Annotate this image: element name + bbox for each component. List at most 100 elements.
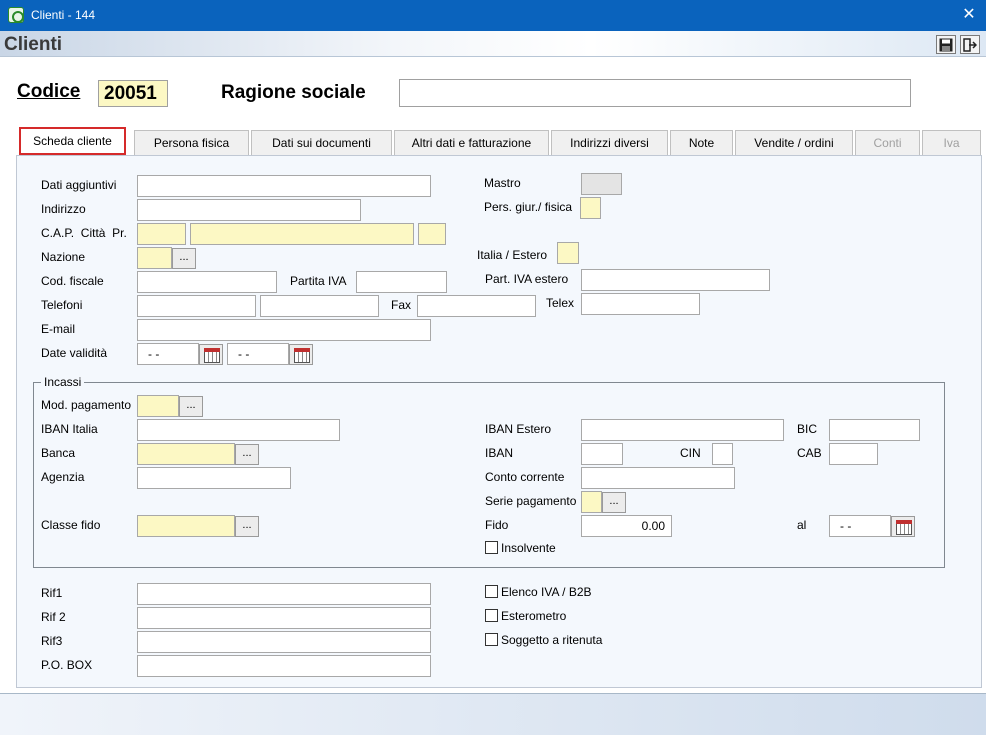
rif3-label: Rif3: [41, 634, 63, 648]
calendar-icon[interactable]: [199, 344, 223, 365]
cod-fiscale-label: Cod. fiscale: [41, 274, 104, 288]
fax-input[interactable]: [417, 295, 536, 317]
rif2-label: Rif 2: [41, 610, 66, 624]
rif1-input[interactable]: [137, 583, 431, 605]
codice-input[interactable]: 20051: [98, 80, 168, 107]
email-label: E-mail: [41, 322, 76, 336]
dati-aggiuntivi-label: Dati aggiuntivi: [41, 178, 117, 192]
ragione-sociale-input[interactable]: [399, 79, 911, 107]
part-iva-estero-input[interactable]: [581, 269, 770, 291]
insolvente-label: Insolvente: [501, 541, 556, 555]
italia-estero-input[interactable]: [557, 242, 579, 264]
calendar-icon[interactable]: [289, 344, 313, 365]
iban-italia-input[interactable]: [137, 419, 340, 441]
fido-al-date-input[interactable]: - -: [829, 515, 891, 537]
app-logo-icon: [8, 7, 24, 23]
dati-aggiuntivi-input[interactable]: [137, 175, 431, 197]
save-button[interactable]: [936, 35, 956, 54]
agenzia-input[interactable]: [137, 467, 291, 489]
exit-icon: [963, 38, 977, 52]
classe-fido-input[interactable]: [137, 515, 235, 537]
cap-input[interactable]: [137, 223, 186, 245]
po-box-input[interactable]: [137, 655, 431, 677]
banca-lookup-button[interactable]: ...: [235, 444, 259, 465]
telefono2-input[interactable]: [260, 295, 379, 317]
rif3-input[interactable]: [137, 631, 431, 653]
partita-iva-input[interactable]: [356, 271, 447, 293]
form-header: Clienti: [0, 31, 986, 57]
cap-citta-pr-label: C.A.P. Città Pr.: [41, 226, 127, 240]
date-validita-from-input[interactable]: - -: [137, 343, 199, 365]
rif2-input[interactable]: [137, 607, 431, 629]
tab-dati-documenti[interactable]: Dati sui documenti: [251, 130, 392, 155]
tab-conti: Conti: [855, 130, 920, 155]
soggetto-ritenuta-checkbox[interactable]: [485, 633, 498, 646]
bic-input[interactable]: [829, 419, 920, 441]
tab-altri-dati-fatturazione[interactable]: Altri dati e fatturazione: [394, 130, 549, 155]
serie-pagamento-lookup-button[interactable]: ...: [602, 492, 626, 513]
fido-input[interactable]: 0.00: [581, 515, 672, 537]
classe-fido-label: Classe fido: [41, 518, 101, 532]
nazione-label: Nazione: [41, 250, 86, 264]
tab-note[interactable]: Note: [670, 130, 733, 155]
esterometro-checkbox[interactable]: [485, 609, 498, 622]
tab-indirizzi-diversi[interactable]: Indirizzi diversi: [551, 130, 668, 155]
date-validita-label: Date validità: [41, 346, 108, 360]
mod-pagamento-lookup-button[interactable]: ...: [179, 396, 203, 417]
fido-label: Fido: [485, 518, 509, 532]
nazione-input[interactable]: [137, 247, 172, 269]
mod-pagamento-input[interactable]: [137, 395, 179, 417]
po-box-label: P.O. BOX: [41, 658, 93, 672]
cab-input[interactable]: [829, 443, 878, 465]
pers-giur-fisica-label: Pers. giur./ fisica: [484, 200, 573, 214]
iban-input[interactable]: [581, 443, 623, 465]
telex-input[interactable]: [581, 293, 700, 315]
iban-estero-label: IBAN Estero: [485, 422, 552, 436]
cab-label: CAB: [797, 446, 822, 460]
close-icon[interactable]: ✕: [958, 5, 980, 25]
tab-scheda-cliente[interactable]: Scheda cliente: [19, 127, 126, 155]
banca-input[interactable]: [137, 443, 235, 465]
al-label: al: [797, 518, 807, 532]
provincia-input[interactable]: [418, 223, 446, 245]
window-title: Clienti - 144: [31, 8, 96, 22]
tab-vendite-ordini[interactable]: Vendite / ordini: [735, 130, 853, 155]
save-icon: [939, 38, 953, 52]
rif1-label: Rif1: [41, 586, 63, 600]
cod-fiscale-input[interactable]: [137, 271, 277, 293]
calendar-icon[interactable]: [891, 516, 915, 537]
serie-pagamento-input[interactable]: [581, 491, 602, 513]
status-bar: [0, 693, 986, 735]
indirizzo-input[interactable]: [137, 199, 361, 221]
mastro-input[interactable]: [581, 173, 622, 195]
elenco-iva-checkbox[interactable]: [485, 585, 498, 598]
agenzia-label: Agenzia: [41, 470, 85, 484]
date-validita-to-input[interactable]: - -: [227, 343, 289, 365]
banca-label: Banca: [41, 446, 76, 460]
codice-label: Codice: [17, 81, 81, 102]
cin-input[interactable]: [712, 443, 733, 465]
fax-label: Fax: [391, 298, 412, 312]
tab-persona-fisica[interactable]: Persona fisica: [134, 130, 249, 155]
partita-iva-label: Partita IVA: [290, 274, 347, 288]
iban-italia-label: IBAN Italia: [41, 422, 98, 436]
insolvente-checkbox[interactable]: [485, 541, 498, 554]
italia-estero-label: Italia / Estero: [477, 248, 548, 262]
window-titlebar: Clienti - 144 ✕: [0, 0, 986, 31]
pers-giur-fisica-input[interactable]: [580, 197, 601, 219]
classe-fido-lookup-button[interactable]: ...: [235, 516, 259, 537]
soggetto-ritenuta-label: Soggetto a ritenuta: [501, 633, 603, 647]
iban-estero-input[interactable]: [581, 419, 784, 441]
part-iva-estero-label: Part. IVA estero: [485, 272, 569, 286]
incassi-title: Incassi: [41, 375, 85, 389]
ragione-sociale-label: Ragione sociale: [221, 82, 366, 103]
citta-input[interactable]: [190, 223, 414, 245]
nazione-lookup-button[interactable]: ...: [172, 248, 196, 269]
mastro-label: Mastro: [484, 176, 521, 190]
email-input[interactable]: [137, 319, 431, 341]
exit-button[interactable]: [960, 35, 980, 54]
telefono1-input[interactable]: [137, 295, 256, 317]
conto-corrente-input[interactable]: [581, 467, 735, 489]
esterometro-label: Esterometro: [501, 609, 567, 623]
serie-pagamento-label: Serie pagamento: [485, 494, 577, 508]
